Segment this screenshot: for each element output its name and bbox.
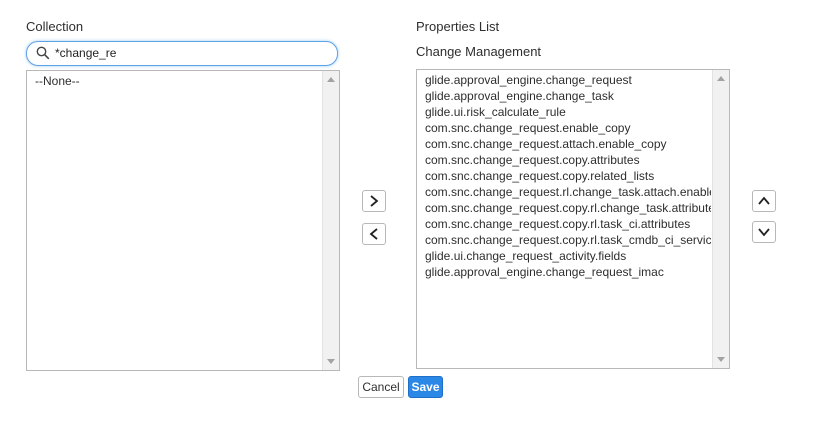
list-item[interactable]: glide.ui.risk_calculate_rule	[425, 104, 711, 120]
collection-items: --None--	[35, 73, 321, 89]
chevron-left-icon	[369, 228, 378, 240]
properties-list[interactable]: glide.approval_engine.change_request glid…	[416, 69, 730, 369]
move-up-button[interactable]	[752, 190, 776, 212]
collection-list[interactable]: --None--	[26, 70, 340, 371]
cancel-button[interactable]: Cancel	[358, 376, 404, 398]
properties-items: glide.approval_engine.change_request glid…	[425, 72, 711, 280]
move-down-button[interactable]	[752, 221, 776, 243]
list-item[interactable]: --None--	[35, 73, 321, 89]
list-item[interactable]: com.snc.change_request.copy.related_list…	[425, 168, 711, 184]
list-item[interactable]: com.snc.change_request.rl.change_task.at…	[425, 184, 711, 200]
scroll-up-arrow-icon[interactable]	[717, 76, 725, 81]
list-item[interactable]: com.snc.change_request.copy.rl.task_cmdb…	[425, 232, 711, 248]
list-item[interactable]: com.snc.change_request.copy.rl.task_ci.a…	[425, 216, 711, 232]
properties-group-label: Change Management	[416, 44, 542, 59]
chevron-up-icon	[758, 196, 770, 205]
list-item[interactable]: com.snc.change_request.copy.attributes	[425, 152, 711, 168]
collection-scrollbar[interactable]	[322, 71, 339, 370]
remove-button[interactable]	[362, 223, 386, 245]
list-item[interactable]: com.snc.change_request.copy.rl.change_ta…	[425, 200, 711, 216]
collection-label: Collection	[26, 19, 84, 34]
add-button[interactable]	[362, 190, 386, 212]
save-button[interactable]: Save	[408, 376, 443, 398]
chevron-right-icon	[370, 195, 379, 207]
scroll-down-arrow-icon[interactable]	[327, 359, 335, 364]
properties-label: Properties List	[416, 19, 500, 34]
list-item[interactable]: glide.approval_engine.change_task	[425, 88, 711, 104]
list-item[interactable]: com.snc.change_request.attach.enable_cop…	[425, 136, 711, 152]
scroll-down-arrow-icon[interactable]	[717, 357, 725, 362]
list-item[interactable]: glide.approval_engine.change_request_ima…	[425, 264, 711, 280]
collection-search-input[interactable]	[55, 44, 325, 62]
collection-search[interactable]	[26, 41, 338, 66]
scroll-up-arrow-icon[interactable]	[327, 77, 335, 82]
search-icon	[36, 46, 50, 60]
chevron-down-icon	[758, 228, 770, 237]
list-item[interactable]: glide.approval_engine.change_request	[425, 72, 711, 88]
list-item[interactable]: com.snc.change_request.enable_copy	[425, 120, 711, 136]
properties-scrollbar[interactable]	[712, 70, 729, 368]
list-item[interactable]: glide.ui.change_request_activity.fields	[425, 248, 711, 264]
